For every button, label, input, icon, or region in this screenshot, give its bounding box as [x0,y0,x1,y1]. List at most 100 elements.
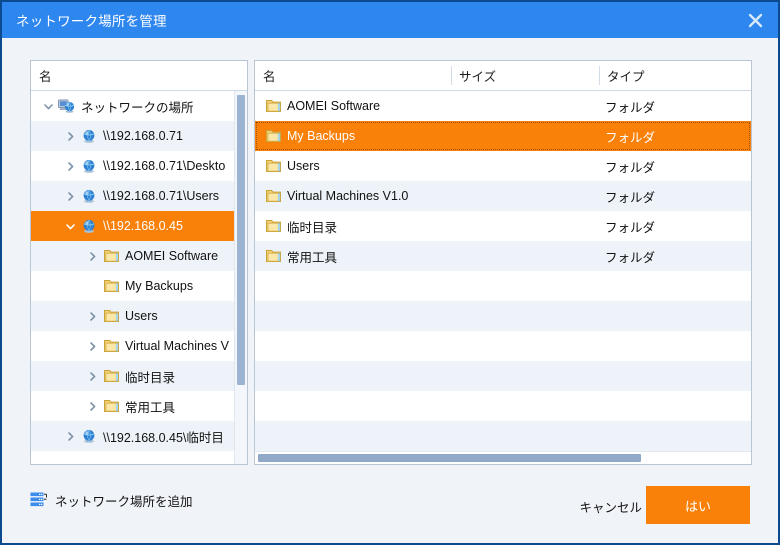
chevron-down-icon[interactable] [39,91,57,121]
chevron-right-icon[interactable] [83,301,101,331]
row-type: フォルダ [605,130,656,145]
tree-item-label: 常用工具 [125,400,176,415]
page-title: ネットワーク場所を管理 [16,14,167,29]
folder-icon [101,339,121,353]
folder-icon [263,189,283,203]
tree-item-3[interactable]: \\192.168.0.71\Users [31,181,247,211]
row-type: フォルダ [605,220,656,235]
tree-item-2[interactable]: \\192.168.0.71\Deskto [31,151,247,181]
row-name: AOMEI Software [287,99,381,113]
cancel-button[interactable]: キャンセル [575,491,646,522]
chevron-right-icon[interactable] [83,241,101,271]
tree-item-9[interactable]: 临时目录 [31,361,247,391]
table-row[interactable]: AOMEI Software フォルダ [255,91,751,121]
tree-item-label: \\192.168.0.71 [103,129,183,143]
chevron-right-icon[interactable] [83,391,101,421]
tree-item-label: Virtual Machines V [125,339,229,353]
list-scrollbar-thumb[interactable] [258,454,641,462]
network-globe-icon [79,129,99,144]
chevron-right-icon[interactable] [83,331,101,361]
table-row[interactable]: My Backups フォルダ [255,121,751,151]
row-name: My Backups [287,129,356,143]
network-tree-list[interactable]: ネットワークの場所 \\192.168.0.71 \\192.168.0.71\De… [31,91,247,464]
tree-item-4[interactable]: \\192.168.0.45 [31,211,247,241]
row-name: 临时目录 [287,220,338,235]
folder-list-panel: 名 サイズ タイプ AOMEI Software フォルダ My Backups フォ… [254,60,752,465]
row-type: フォルダ [605,190,656,205]
tree-item-8[interactable]: Virtual Machines V [31,331,247,361]
browser-panes: 名 ネットワークの場所 \\192.168.0.71 \\192.168.0.71\… [30,60,752,465]
manage-network-locations-dialog: ネットワーク場所を管理 名 ネットワークの場所 \\192.168.0.71 \\1… [0,0,780,545]
folder-icon [101,279,121,293]
row-type: フォルダ [605,250,656,265]
chevron-right-icon[interactable] [61,151,79,181]
row-name: 常用工具 [287,250,338,265]
tree-item-0[interactable]: ネットワークの場所 [31,91,247,121]
row-type: フォルダ [605,100,656,115]
tree-item-1[interactable]: \\192.168.0.71 [31,121,247,151]
network-computer-icon [57,99,77,114]
empty-list-row [255,271,751,301]
folder-icon [263,159,283,173]
confirm-yes-button[interactable]: はい [646,486,750,524]
tree-item-label: ネットワークの場所 [81,100,194,115]
tree-item-label: My Backups [125,279,194,293]
chevron-right-icon[interactable] [61,421,79,451]
list-horizontal-scrollbar[interactable] [255,451,751,464]
empty-list-row [255,421,751,451]
tree-item-label: AOMEI Software [125,249,219,263]
folder-icon [101,309,121,323]
chevron-right-icon[interactable] [61,181,79,211]
table-row[interactable]: Virtual Machines V1.0 フォルダ [255,181,751,211]
folder-icon [263,129,283,143]
tree-item-label: 临时目录 [125,370,176,385]
tree-column-name: 名 [39,70,52,84]
tree-item-label: \\192.168.0.71\Deskto [103,159,226,173]
list-column-size[interactable]: サイズ [451,61,599,90]
network-globe-icon [79,159,99,174]
dialog-body: 名 ネットワークの場所 \\192.168.0.71 \\192.168.0.71\… [2,38,778,543]
close-icon[interactable] [732,2,778,38]
network-tree-panel: 名 ネットワークの場所 \\192.168.0.71 \\192.168.0.71\… [30,60,248,465]
tree-item-label: Users [125,309,158,323]
list-column-header: 名 サイズ タイプ [255,61,751,91]
list-column-name[interactable]: 名 [255,61,451,90]
chevron-right-icon[interactable] [83,361,101,391]
folder-icon [101,399,121,413]
chevron-right-icon[interactable] [61,121,79,151]
folder-icon [101,249,121,263]
network-globe-icon [79,219,99,234]
tree-expander-placeholder [83,271,101,301]
tree-item-label: \\192.168.0.45\临时目 [103,430,224,445]
tree-item-label: \\192.168.0.45 [103,219,183,233]
row-name: Virtual Machines V1.0 [287,189,409,203]
tree-item-5[interactable]: AOMEI Software [31,241,247,271]
row-type: フォルダ [605,160,656,175]
title-bar: ネットワーク場所を管理 [2,2,778,38]
folder-list[interactable]: AOMEI Software フォルダ My Backups フォルダ Users フォル… [255,91,751,464]
list-column-type[interactable]: タイプ [599,61,751,90]
tree-item-label: \\192.168.0.71\Users [103,189,220,203]
empty-list-row [255,331,751,361]
table-row[interactable]: 常用工具 フォルダ [255,241,751,271]
tree-item-6[interactable]: My Backups [31,271,247,301]
folder-icon [263,219,283,233]
folder-icon [101,369,121,383]
tree-vertical-scrollbar[interactable] [234,91,247,464]
tree-scrollbar-thumb[interactable] [237,95,245,385]
empty-list-row [255,391,751,421]
chevron-down-icon[interactable] [61,211,79,241]
tree-item-7[interactable]: Users [31,301,247,331]
table-row[interactable]: Users フォルダ [255,151,751,181]
add-network-location-button[interactable]: ネットワーク場所を追加 [30,491,193,510]
tree-column-header: 名 [31,61,247,91]
tree-item-10[interactable]: 常用工具 [31,391,247,421]
server-stack-icon [30,492,47,510]
network-globe-icon [79,189,99,204]
tree-item-11[interactable]: \\192.168.0.45\临时目 [31,421,247,451]
folder-icon [263,249,283,263]
table-row[interactable]: 临时目录 フォルダ [255,211,751,241]
dialog-footer: ネットワーク場所を追加 キャンセル はい [2,473,778,543]
add-network-location-label: ネットワーク場所を追加 [55,495,193,509]
row-name: Users [287,159,320,173]
